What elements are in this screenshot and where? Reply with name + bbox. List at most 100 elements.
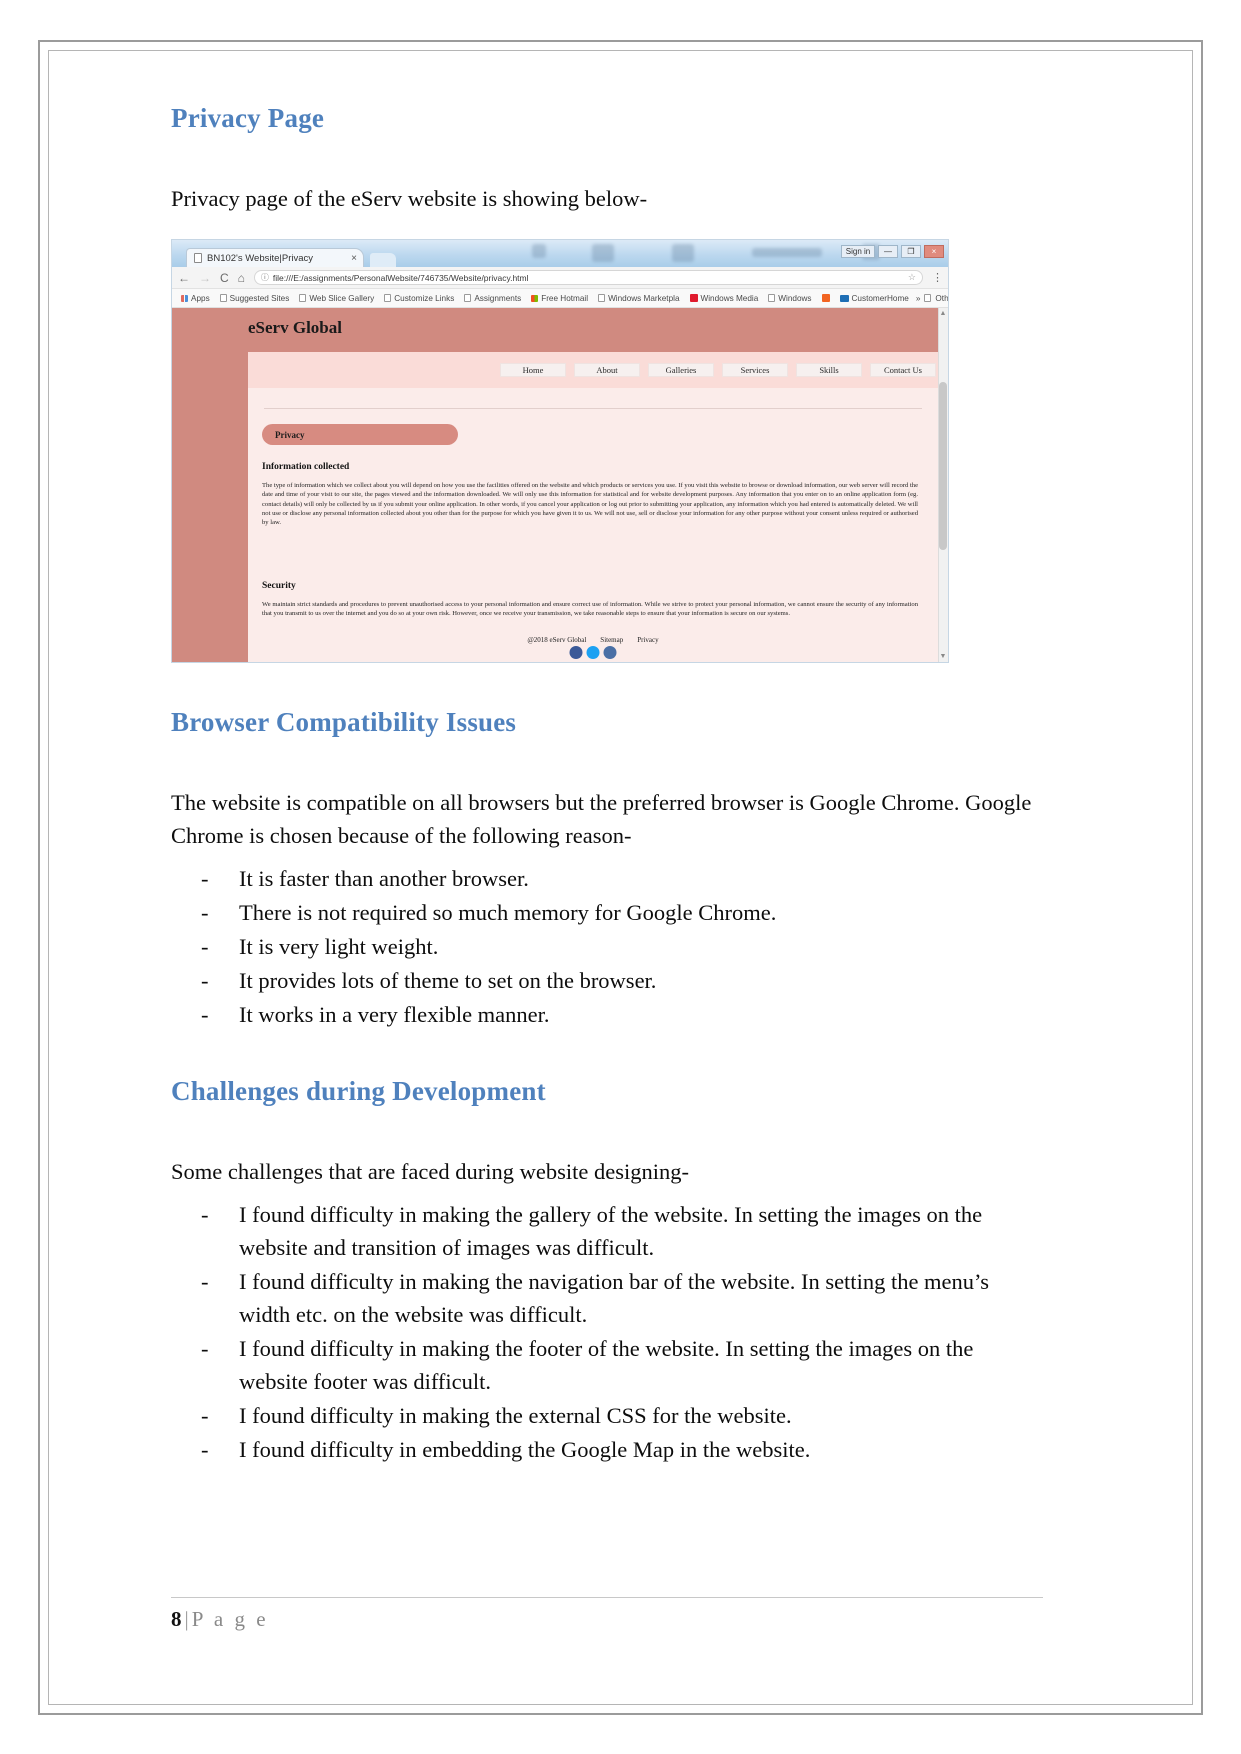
nav-item-contact-us[interactable]: Contact Us xyxy=(870,363,936,377)
bookmark-label: Windows Marketpla xyxy=(608,293,680,303)
media-icon xyxy=(689,294,698,302)
close-icon[interactable]: × xyxy=(924,245,944,258)
bookmark-orange[interactable] xyxy=(819,294,833,302)
page-icon xyxy=(299,294,307,302)
heading-browser-compatibility-issues: Browser Compatibility Issues xyxy=(171,707,517,737)
browser-menu-icon[interactable]: ⋮ xyxy=(932,271,943,284)
site-footer: @2018 eServ Global Sitemap Privacy xyxy=(248,632,938,662)
apps-grid-icon xyxy=(181,294,188,302)
forward-icon[interactable]: → xyxy=(199,271,211,285)
nav-item-services[interactable]: Services xyxy=(722,363,788,377)
page-icon xyxy=(768,294,776,302)
bullet-marker: - xyxy=(201,968,209,993)
new-tab-button[interactable] xyxy=(370,253,396,267)
list-item-label: There is not required so much memory for… xyxy=(239,900,777,925)
list-item-label: It is very light weight. xyxy=(239,934,439,959)
page-title-pill: Privacy xyxy=(262,424,458,445)
list-browser-reasons: - It is faster than another browser. - The… xyxy=(171,862,1043,1031)
page-icon xyxy=(384,294,392,302)
browser-screenshot-image: BN102's Website|Privacy × Sign in — ❐ × … xyxy=(171,239,949,663)
footer-page-word: P a g e xyxy=(191,1607,269,1631)
bookmark-assignments[interactable]: Assignments xyxy=(461,294,524,303)
scrollbar-thumb[interactable] xyxy=(939,382,947,550)
nav-item-about[interactable]: About xyxy=(574,363,640,377)
bookmark-customerhome[interactable]: CustomerHome xyxy=(837,294,912,303)
list-item: - I found difficulty in making the naviga… xyxy=(201,1265,1043,1331)
bookmark-windows-marketplace[interactable]: Windows Marketpla xyxy=(595,294,682,303)
twitter-icon[interactable] xyxy=(586,646,600,659)
overflow-chevron-icon[interactable]: » xyxy=(916,294,921,303)
microsoft-icon xyxy=(531,294,539,302)
browser-tab-title: BN102's Website|Privacy xyxy=(207,252,314,264)
reload-icon[interactable]: C xyxy=(220,271,229,285)
minimize-icon[interactable]: — xyxy=(878,245,898,258)
footer-link-privacy[interactable]: Privacy xyxy=(637,636,658,644)
address-bar[interactable]: ⓘ file:///E:/assignments/PersonalWebsite… xyxy=(253,270,923,285)
bookmarks-overflow[interactable]: » Other bookmarks xyxy=(916,294,948,303)
bookmark-suggested-sites[interactable]: Suggested Sites xyxy=(217,294,293,303)
bookmark-label: Suggested Sites xyxy=(229,293,290,303)
bullet-marker: - xyxy=(201,1437,209,1462)
list-item: - There is not required so much memory fo… xyxy=(201,896,1043,929)
social-links xyxy=(569,646,617,659)
other-bookmarks-label[interactable]: Other bookmarks xyxy=(935,294,948,303)
bookmark-windows[interactable]: Windows xyxy=(765,294,814,303)
bookmark-apps[interactable]: Apps xyxy=(178,294,213,303)
bookmark-label: Assignments xyxy=(474,293,522,303)
tab-close-icon[interactable]: × xyxy=(351,253,357,264)
document-content: Privacy Page Privacy page of the eServ w… xyxy=(171,103,1043,1467)
bookmark-label: Free Hotmail xyxy=(541,293,589,303)
section-text-security: We maintain strict standards and procedu… xyxy=(262,601,918,618)
bookmark-web-slice-gallery[interactable]: Web Slice Gallery xyxy=(296,294,377,303)
back-icon[interactable]: ← xyxy=(178,271,190,285)
bullet-marker: - xyxy=(201,1202,209,1227)
site-nav: Home About Galleries Services Skills Con… xyxy=(248,352,938,388)
section-heading-security: Security xyxy=(262,581,296,591)
bookmark-customize-links[interactable]: Customize Links xyxy=(381,294,457,303)
scroll-down-icon[interactable]: ▼ xyxy=(939,653,947,660)
list-item-label: I found difficulty in embedding the Goog… xyxy=(239,1437,811,1462)
bookmark-free-hotmail[interactable]: Free Hotmail xyxy=(528,294,591,303)
bullet-marker: - xyxy=(201,900,209,925)
bullet-marker: - xyxy=(201,1403,209,1428)
site-info-icon[interactable]: ⓘ xyxy=(261,272,269,283)
bookmark-label: CustomerHome xyxy=(851,293,909,303)
page-icon xyxy=(598,294,606,302)
orange-icon xyxy=(821,294,830,302)
nav-item-home[interactable]: Home xyxy=(500,363,566,377)
maximize-icon[interactable]: ❐ xyxy=(901,245,921,258)
bookmark-star-icon[interactable]: ☆ xyxy=(908,272,916,283)
list-item: - I found difficulty in making the footer… xyxy=(201,1332,1043,1398)
facebook-icon[interactable] xyxy=(569,646,583,659)
page-icon xyxy=(464,294,472,302)
blue-icon xyxy=(839,294,849,302)
document-page: Privacy Page Privacy page of the eServ w… xyxy=(48,50,1193,1705)
list-item-label: It works in a very flexible manner. xyxy=(239,1002,550,1027)
footer-separator: | xyxy=(184,1607,189,1631)
linkedin-icon[interactable] xyxy=(603,646,617,659)
bookmark-label: Apps xyxy=(191,293,210,303)
browser-tab[interactable]: BN102's Website|Privacy × xyxy=(186,248,364,267)
document-page-border: Privacy Page Privacy page of the eServ w… xyxy=(38,40,1203,1715)
bookmark-windows-media[interactable]: Windows Media xyxy=(687,294,762,303)
scroll-up-icon[interactable]: ▲ xyxy=(939,310,947,317)
page-scrollbar[interactable]: ▲ ▼ xyxy=(938,308,948,662)
bullet-marker: - xyxy=(201,866,209,891)
folder-icon xyxy=(924,294,932,302)
bullet-marker: - xyxy=(201,1002,209,1027)
home-icon[interactable]: ⌂ xyxy=(238,271,245,285)
section-text-information-collected: The type of information which we collect… xyxy=(262,482,919,527)
bullet-marker: - xyxy=(201,934,209,959)
web-page-viewport: eServ Global Home About Galleries Servic… xyxy=(172,308,948,662)
signin-button[interactable]: Sign in xyxy=(841,245,875,258)
address-bar-url: file:///E:/assignments/PersonalWebsite/7… xyxy=(272,272,529,283)
nav-item-skills[interactable]: Skills xyxy=(796,363,862,377)
browser-titlebar: BN102's Website|Privacy × Sign in — ❐ × xyxy=(172,240,948,267)
nav-item-galleries[interactable]: Galleries xyxy=(648,363,714,377)
page-icon xyxy=(219,294,227,302)
footer-link-sitemap[interactable]: Sitemap xyxy=(600,636,623,644)
